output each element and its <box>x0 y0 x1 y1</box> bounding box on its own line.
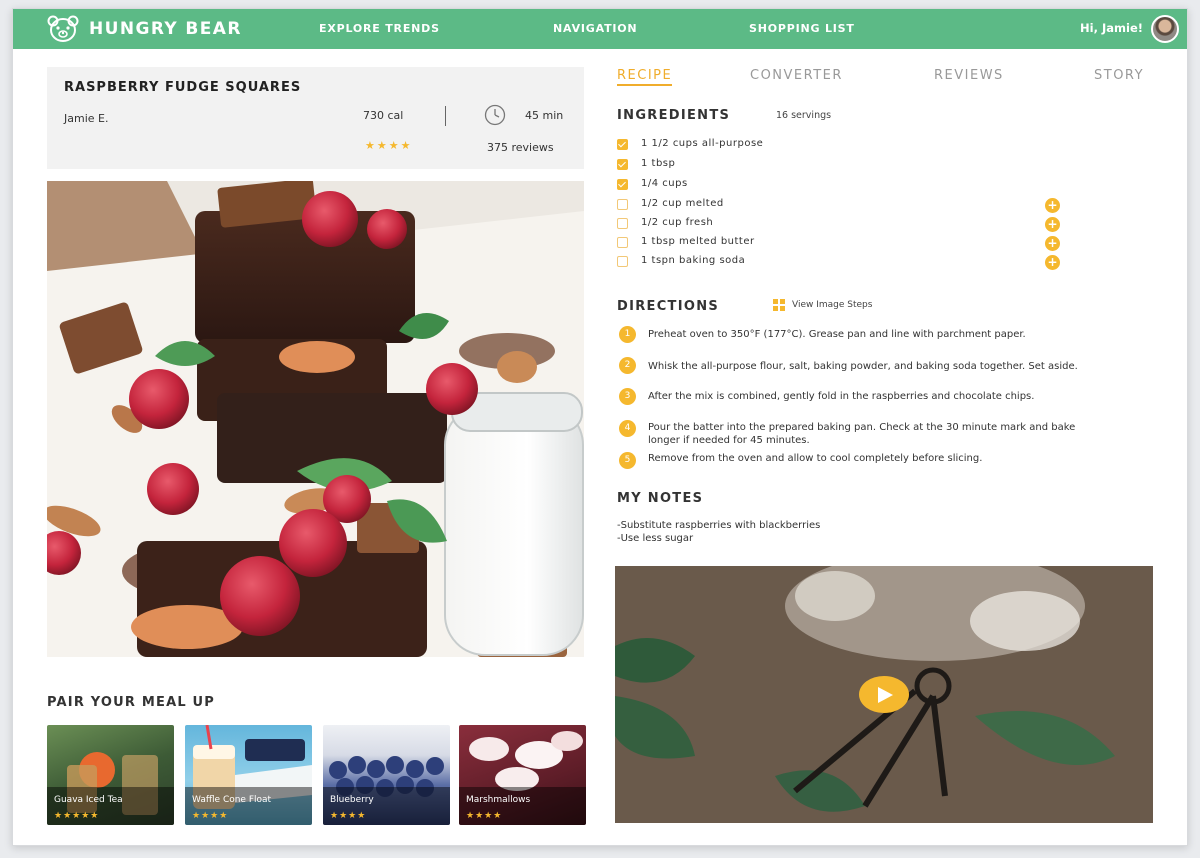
ingredient-text: 1/4 cups <box>641 178 688 189</box>
app-window: HUNGRY BEAR EXPLORE TRENDS NAVIGATION SH… <box>12 8 1188 846</box>
pairing-stars: ★★★★★ <box>54 811 100 821</box>
pairing-label: Guava Iced Tea <box>54 795 123 805</box>
pairing-section-title: PAIR YOUR MEAL UP <box>47 695 216 710</box>
add-to-shopping-list-button[interactable]: + <box>1045 198 1060 213</box>
servings[interactable]: 16 servings <box>776 110 831 121</box>
recipe-photo <box>47 181 584 657</box>
step-number: 4 <box>619 420 636 437</box>
review-count[interactable]: 375 reviews <box>487 141 554 154</box>
recipe-author: Jamie E. <box>64 112 109 125</box>
pairing-label: Waffle Cone Float <box>192 795 272 805</box>
ingredient-checkbox[interactable] <box>617 256 628 267</box>
ingredient-text: 1 1/2 cups all-purpose <box>641 138 764 149</box>
step-number: 5 <box>619 452 636 469</box>
recipe-title: RASPBERRY FUDGE SQUARES <box>64 80 302 95</box>
step-number: 3 <box>619 388 636 405</box>
calories: 730 cal <box>363 109 404 122</box>
note-line: -Substitute raspberries with blackberrie… <box>617 520 821 531</box>
view-image-steps-button[interactable]: View Image Steps <box>773 299 872 311</box>
note-line: -Use less sugar <box>617 533 694 544</box>
ingredient-text: 1 tbsp <box>641 158 676 169</box>
brand[interactable]: HUNGRY BEAR <box>47 15 242 43</box>
ingredient-text: 1/2 cup melted <box>641 198 724 209</box>
ingredient-item: 1 1/2 cups all-purpose <box>617 137 1067 151</box>
add-to-shopping-list-button[interactable]: + <box>1045 255 1060 270</box>
divider <box>445 106 446 126</box>
pairing-label: Marshmallows <box>466 795 531 805</box>
brand-name: HUNGRY BEAR <box>89 19 242 39</box>
step-text: Whisk the all-purpose flour, salt, bakin… <box>648 361 1078 372</box>
ingredient-item: 1/4 cups <box>617 177 1067 191</box>
step-text: Pour the batter into the prepared baking… <box>648 422 1076 446</box>
ingredient-checkbox[interactable] <box>617 218 628 229</box>
tab-story[interactable]: STORY <box>1094 68 1144 83</box>
nav-shopping-list[interactable]: SHOPPING LIST <box>749 22 855 35</box>
ingredients-title: INGREDIENTS <box>617 108 731 123</box>
ingredient-text: 1 tbsp melted butter <box>641 236 755 247</box>
tab-converter[interactable]: CONVERTER <box>750 68 843 83</box>
add-to-shopping-list-button[interactable]: + <box>1045 217 1060 232</box>
cook-time: 45 min <box>525 109 564 122</box>
pairing-stars: ★★★★ <box>466 811 503 821</box>
ingredient-checkbox[interactable] <box>617 199 628 210</box>
clock-icon <box>484 104 506 126</box>
ingredient-item: 1/2 cup fresh + <box>617 216 1067 232</box>
ingredient-item: 1/2 cup melted + <box>617 197 1067 213</box>
rating-stars: ★★★★ <box>365 139 413 152</box>
brownie-photo-illustration <box>47 181 584 657</box>
play-icon[interactable] <box>859 676 909 713</box>
grid-icon <box>773 299 785 311</box>
add-to-shopping-list-button[interactable]: + <box>1045 236 1060 251</box>
tab-recipe[interactable]: RECIPE <box>617 68 673 86</box>
ingredient-text: 1 tspn baking soda <box>641 255 746 266</box>
step-text: Preheat oven to 350°F (177°C). Grease pa… <box>648 329 1026 340</box>
pairing-card-blueberry[interactable]: Blueberry ★★★★ <box>323 725 450 825</box>
step-text: Remove from the oven and allow to cool c… <box>648 453 983 464</box>
view-image-steps-label: View Image Steps <box>792 300 873 310</box>
tab-reviews[interactable]: REVIEWS <box>934 68 1004 83</box>
directions-title: DIRECTIONS <box>617 299 720 314</box>
notes-content[interactable]: -Substitute raspberries with blackberrie… <box>617 519 820 545</box>
pairing-card-waffle-cone-float[interactable]: Waffle Cone Float ★★★★ <box>185 725 312 825</box>
pairing-card-guava-iced-tea[interactable]: Guava Iced Tea ★★★★★ <box>47 725 174 825</box>
ingredient-checkbox[interactable] <box>617 139 628 150</box>
notes-title: MY NOTES <box>617 491 704 506</box>
step-number: 1 <box>619 326 636 343</box>
ingredient-item: 1 tspn baking soda + <box>617 254 1067 270</box>
avatar[interactable] <box>1151 15 1179 43</box>
pairing-stars: ★★★★ <box>192 811 229 821</box>
ingredient-checkbox[interactable] <box>617 159 628 170</box>
step-text: After the mix is combined, gently fold i… <box>648 391 1035 402</box>
ingredient-checkbox[interactable] <box>617 237 628 248</box>
top-nav-bar: HUNGRY BEAR EXPLORE TRENDS NAVIGATION SH… <box>13 9 1187 49</box>
pairing-card-marshmallows[interactable]: Marshmallows ★★★★ <box>459 725 586 825</box>
pairing-stars: ★★★★ <box>330 811 367 821</box>
step-number: 2 <box>619 357 636 374</box>
pairing-label: Blueberry <box>330 795 374 805</box>
ingredient-item: 1 tbsp melted butter + <box>617 235 1067 251</box>
nav-navigation[interactable]: NAVIGATION <box>553 22 637 35</box>
nav-explore-trends[interactable]: EXPLORE TRENDS <box>319 22 440 35</box>
ingredient-text: 1/2 cup fresh <box>641 217 714 228</box>
ingredient-item: 1 tbsp <box>617 157 1067 171</box>
recipe-summary-card: RASPBERRY FUDGE SQUARES Jamie E. 730 cal… <box>47 67 584 169</box>
user-greeting: Hi, Jamie! <box>1080 21 1143 35</box>
ingredient-checkbox[interactable] <box>617 179 628 190</box>
bear-logo-icon <box>47 15 79 42</box>
